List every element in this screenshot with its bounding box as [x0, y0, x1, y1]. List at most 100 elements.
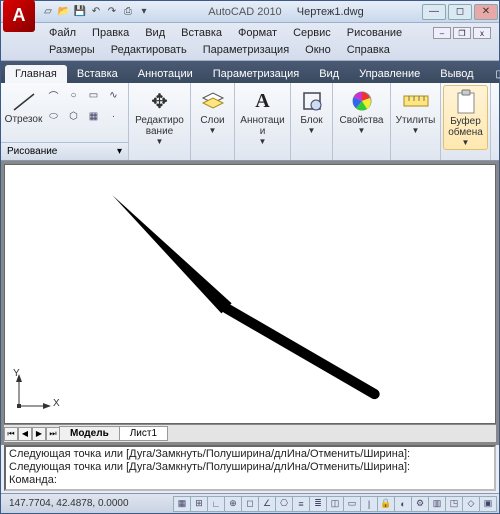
menu-window[interactable]: Окно	[297, 43, 339, 57]
doc-controls: – ❐ x	[433, 27, 495, 39]
polar-toggle[interactable]: ⊕	[224, 496, 242, 512]
dyn-toggle[interactable]: ≡	[292, 496, 310, 512]
close-button[interactable]: ✕	[474, 4, 498, 20]
layer-button[interactable]: Слои ▼	[195, 85, 231, 137]
menu-modify[interactable]: Редактировать	[103, 43, 195, 57]
drawing-canvas[interactable]: Y X	[4, 164, 496, 424]
grid-toggle[interactable]: ⊞	[190, 496, 208, 512]
menu-draw[interactable]: Рисование	[339, 26, 410, 40]
doc-minimize-button[interactable]: –	[433, 27, 451, 39]
ucs-icon: Y X	[13, 372, 53, 415]
tab-expand-icon[interactable]: ◫	[486, 66, 500, 83]
ann-vis-toggle[interactable]: ◐	[394, 496, 412, 512]
menu-format[interactable]: Формат	[230, 26, 285, 40]
menu-dims[interactable]: Размеры	[41, 43, 103, 57]
rect-icon[interactable]: ▭	[85, 87, 103, 103]
annot-button[interactable]: A Аннотаци и ▼	[236, 85, 288, 148]
drawing-content	[5, 165, 495, 423]
app-menu-button[interactable]: A	[3, 0, 35, 32]
point-icon[interactable]: ·	[105, 108, 123, 124]
otrack-toggle[interactable]: ∠	[258, 496, 276, 512]
qat-print-icon[interactable]: ⎙	[121, 5, 135, 19]
axis-y-label: Y	[13, 368, 20, 379]
hw-toggle[interactable]: ◳	[445, 496, 463, 512]
chevron-down-icon: ▼	[358, 126, 366, 135]
qat-save-icon[interactable]: 💾	[73, 5, 87, 19]
ellipse-icon[interactable]: ⬭	[45, 108, 63, 124]
qat-dropdown-icon[interactable]: ▾	[137, 5, 151, 19]
block-button[interactable]: Блок ▼	[294, 85, 330, 137]
lwt-toggle[interactable]: ≣	[309, 496, 327, 512]
clip-button[interactable]: Буфер обмена ▼	[443, 85, 488, 150]
panel-clip: Буфер обмена ▼	[441, 83, 491, 160]
doc-close-button[interactable]: x	[473, 27, 491, 39]
arc-icon[interactable]: ⌒	[45, 87, 63, 103]
tab-next-icon[interactable]: ▶	[32, 427, 46, 441]
ducs-toggle[interactable]: ⎔	[275, 496, 293, 512]
ortho-toggle[interactable]: ∟	[207, 496, 225, 512]
tab-manage[interactable]: Управление	[349, 65, 430, 83]
tab-insert[interactable]: Вставка	[67, 65, 128, 83]
command-window[interactable]: Следующая точка или [Дуга/Замкнуть/Полуш…	[4, 445, 496, 491]
cmd-history-1: Следующая точка или [Дуга/Замкнуть/Полуш…	[9, 448, 491, 461]
panel-layer: Слои ▼	[191, 83, 235, 160]
menu-help[interactable]: Справка	[339, 43, 398, 57]
polygon-icon[interactable]: ⬡	[65, 108, 83, 124]
toolbar-toggle[interactable]: ▥	[428, 496, 446, 512]
tab-first-icon[interactable]: ⏮	[4, 427, 18, 441]
ann-scale-toggle[interactable]: 🔒	[377, 496, 395, 512]
qp-toggle[interactable]: ◫	[326, 496, 344, 512]
menu-insert[interactable]: Вставка	[173, 26, 230, 40]
spline-icon[interactable]: ∿	[105, 87, 123, 103]
tab-annot[interactable]: Аннотации	[128, 65, 203, 83]
tab-param[interactable]: Параметризация	[203, 65, 309, 83]
menu-bar: Файл Правка Вид Вставка Формат Сервис Ри…	[1, 23, 499, 61]
line-button[interactable]: Отрезок	[7, 87, 41, 127]
tab-view[interactable]: Вид	[309, 65, 349, 83]
ribbon-tabs: Главная Вставка Аннотации Параметризация…	[1, 61, 499, 83]
draw-tools-grid: ⌒ ○ ▭ ∿ ⬭ ⬡ ▦ ·	[45, 87, 123, 127]
tab-sheet1[interactable]: Лист1	[119, 426, 168, 441]
chevron-down-icon: ▼	[156, 137, 164, 146]
menu-param[interactable]: Параметризация	[195, 43, 297, 57]
hatch-icon[interactable]: ▦	[85, 108, 103, 124]
tab-model[interactable]: Модель	[59, 426, 120, 441]
model-toggle[interactable]: ▭	[343, 496, 361, 512]
tab-prev-icon[interactable]: ◀	[18, 427, 32, 441]
menu-edit[interactable]: Правка	[84, 26, 137, 40]
tab-last-icon[interactable]: ⏭	[46, 427, 60, 441]
panel-util: Утилиты ▼	[391, 83, 441, 160]
qat-new-icon[interactable]: ▱	[41, 5, 55, 19]
minimize-button[interactable]: —	[422, 4, 446, 20]
edit-button[interactable]: ✥ Редактиро вание ▼	[131, 85, 188, 148]
qat-redo-icon[interactable]: ↷	[105, 5, 119, 19]
doc-restore-button[interactable]: ❐	[453, 27, 471, 39]
ws-toggle[interactable]: ⚙	[411, 496, 429, 512]
panel-block: Блок ▼	[291, 83, 333, 160]
tab-home[interactable]: Главная	[5, 65, 67, 83]
osnap-toggle[interactable]: ◻	[241, 496, 259, 512]
measure-icon	[402, 87, 430, 115]
circle-icon[interactable]: ○	[65, 87, 83, 103]
util-button[interactable]: Утилиты ▼	[392, 85, 440, 137]
panel-draw-footer[interactable]: Рисование ▾	[1, 142, 128, 160]
tab-output[interactable]: Вывод	[430, 65, 483, 83]
app-window: A ▱ 📂 💾 ↶ ↷ ⎙ ▾ AutoCAD 2010 Чертеж1.dwg…	[0, 0, 500, 514]
qat-undo-icon[interactable]: ↶	[89, 5, 103, 19]
qat-open-icon[interactable]: 📂	[57, 5, 71, 19]
iso-toggle[interactable]: ◇	[462, 496, 480, 512]
chevron-down-icon: ▼	[412, 126, 420, 135]
status-coords[interactable]: 147.7704, 42.4878, 0.0000	[3, 498, 135, 509]
block-label: Блок	[300, 115, 322, 126]
prop-button[interactable]: Свойства ▼	[336, 85, 388, 137]
axis-x-label: X	[53, 398, 60, 409]
clip-label: Буфер обмена	[448, 116, 483, 138]
clean-toggle[interactable]: ▣	[479, 496, 497, 512]
menu-file[interactable]: Файл	[41, 26, 84, 40]
chevron-down-icon: ▼	[308, 126, 316, 135]
menu-service[interactable]: Сервис	[285, 26, 339, 40]
menu-view[interactable]: Вид	[137, 26, 173, 40]
maximize-button[interactable]: ◻	[448, 4, 472, 20]
snap-toggle[interactable]: ▦	[173, 496, 191, 512]
tab-nav: ⏮ ◀ ▶ ⏭	[4, 427, 60, 441]
